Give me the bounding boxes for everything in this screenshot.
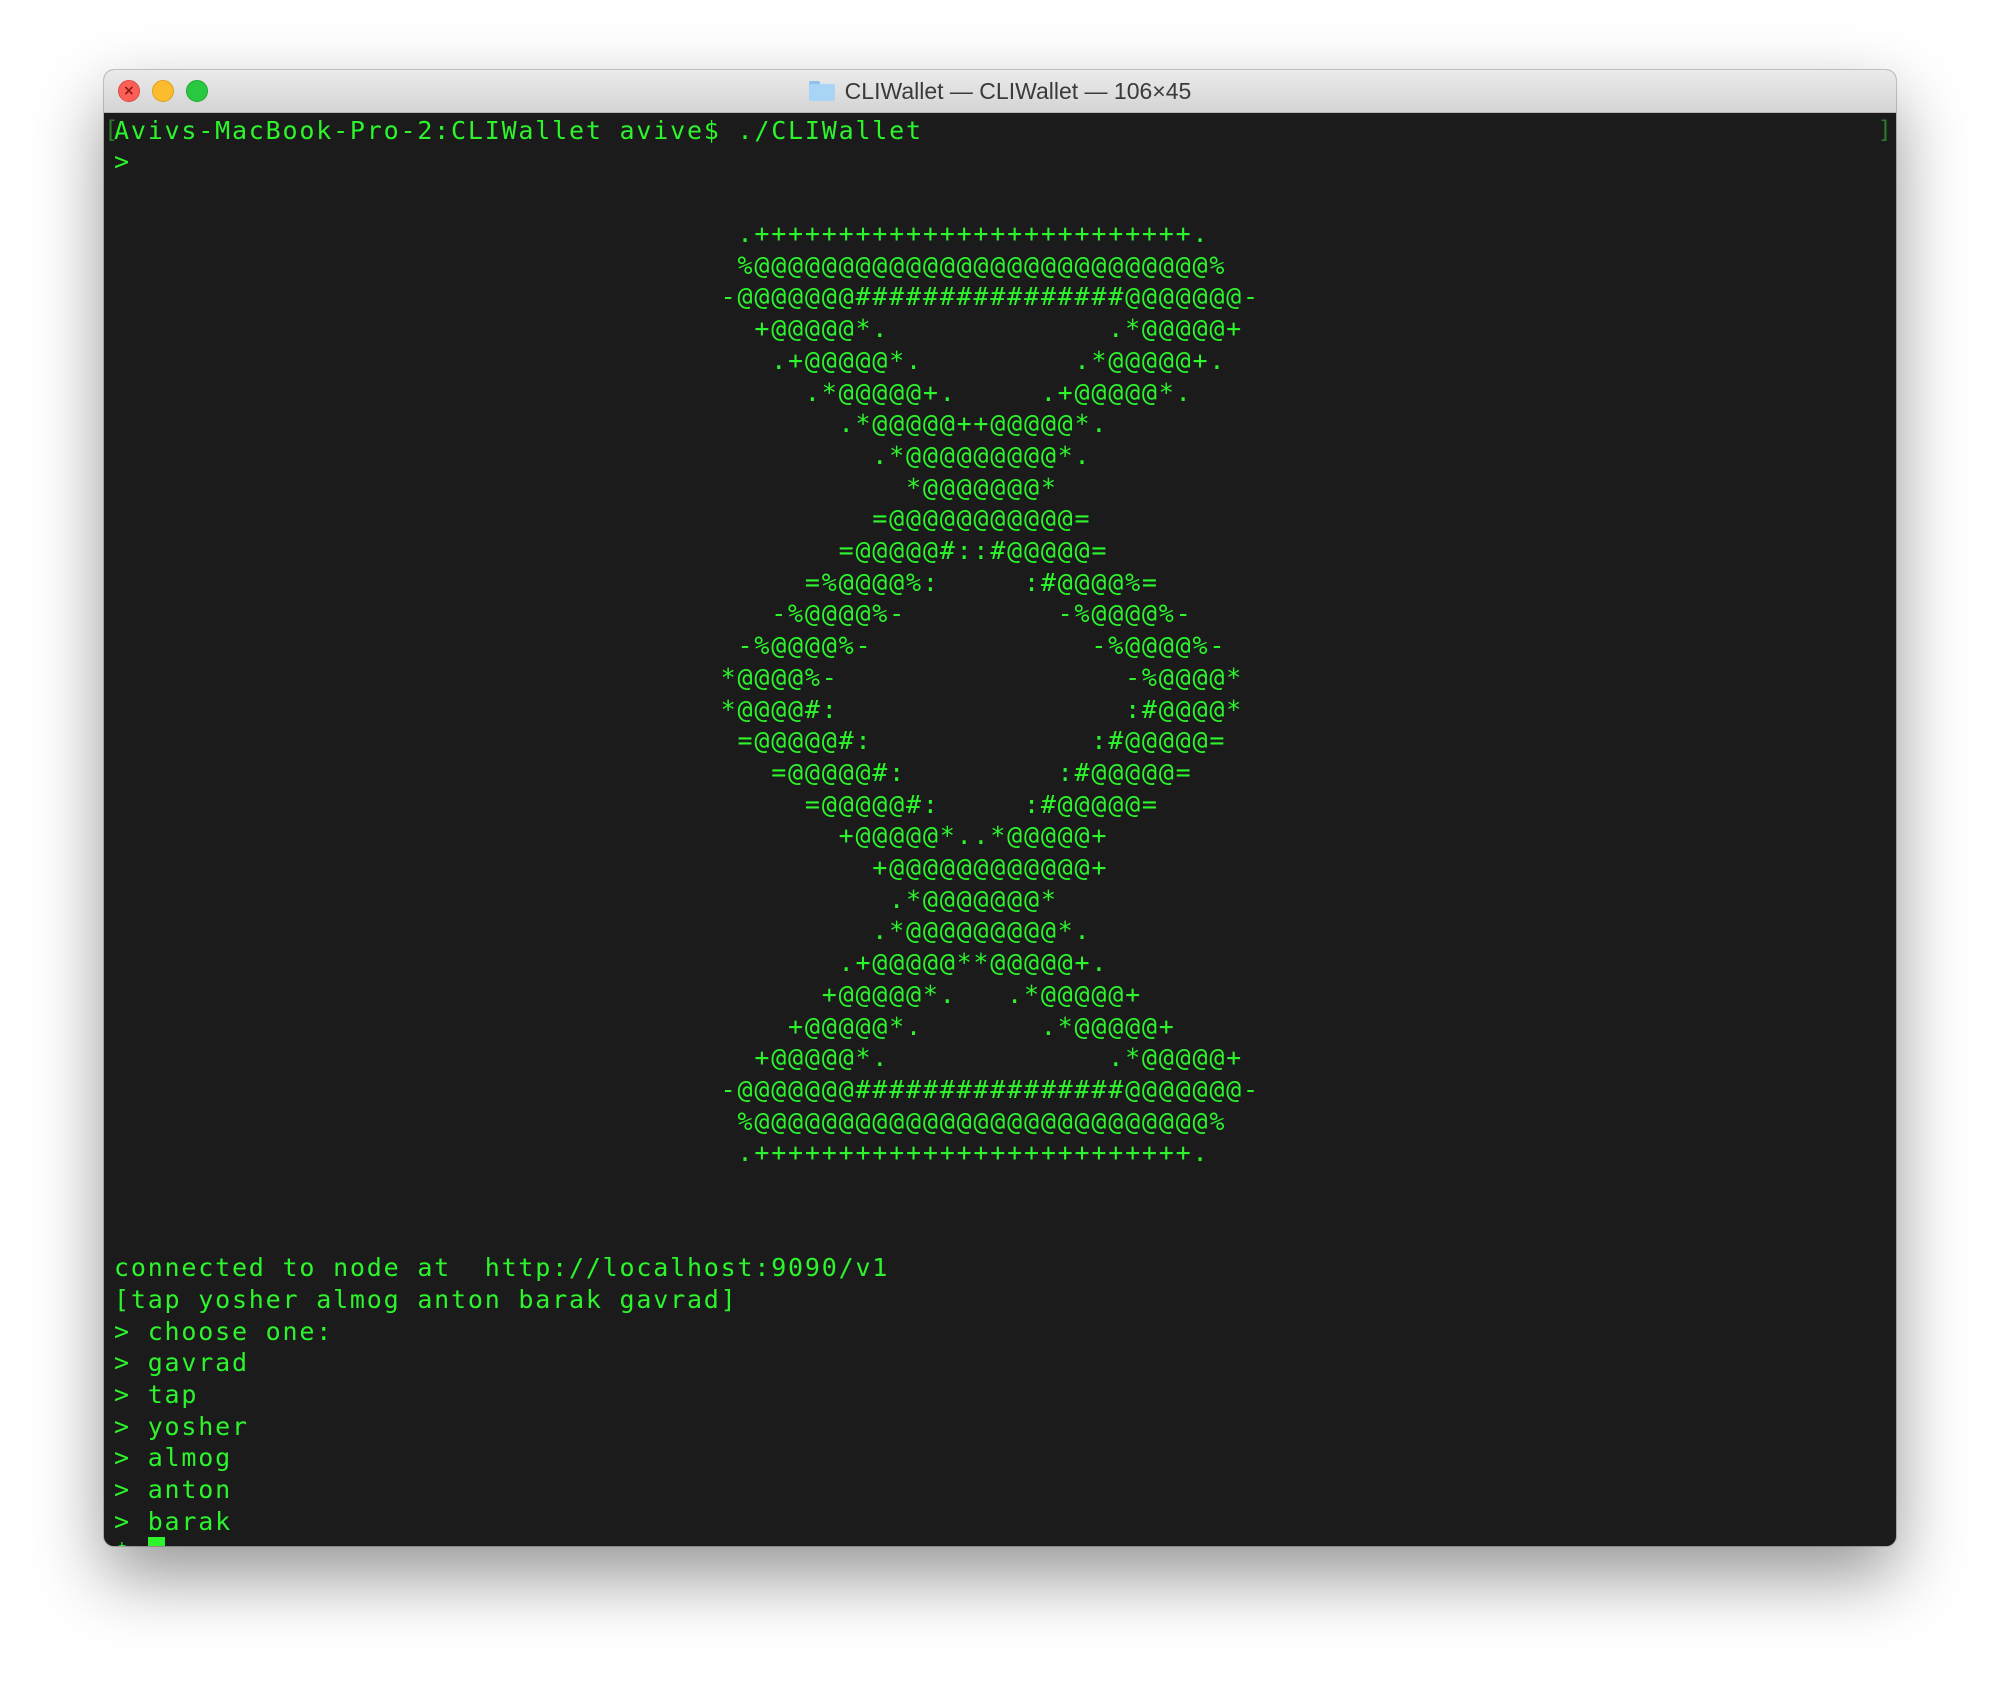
text-cursor xyxy=(147,1537,165,1546)
window-title: CLIWallet — CLIWallet — 106×45 xyxy=(844,77,1192,104)
command-line: Avivs-MacBook-Pro-2:CLIWallet avive$ ./C… xyxy=(114,116,923,145)
folder-icon xyxy=(808,81,835,101)
option-item[interactable]: > barak xyxy=(114,1506,232,1538)
terminal-window: × CLIWallet — CLIWallet — 106×45 [ ] Avi… xyxy=(104,70,1896,1546)
option-item[interactable]: > gavrad xyxy=(114,1347,249,1379)
option-item[interactable]: > almog xyxy=(114,1442,232,1474)
shell-prompt: $ xyxy=(114,1538,131,1546)
accounts-list: [tap yosher almog anton barak gavrad] xyxy=(114,1285,738,1314)
connection-status: connected to node at http://localhost:90… xyxy=(114,1253,890,1282)
option-item[interactable]: > tap xyxy=(114,1379,198,1411)
mark-bracket-right: ] xyxy=(1877,116,1892,144)
terminal-content[interactable]: [ ] Avivs-MacBook-Pro-2:CLIWallet avive$… xyxy=(104,113,1896,1546)
prompt-line: > xyxy=(114,147,131,176)
shell-prompt-line[interactable]: $ xyxy=(114,1537,165,1546)
option-item[interactable]: > yosher xyxy=(114,1411,249,1443)
choose-prompt: > choose one: xyxy=(114,1317,334,1346)
ascii-art-logo: .++++++++++++++++++++++++++. %@@@@@@@@@@… xyxy=(720,219,1260,1168)
option-item[interactable]: > anton xyxy=(114,1474,232,1506)
window-title-area: CLIWallet — CLIWallet — 106×45 xyxy=(104,70,1896,112)
title-bar[interactable]: × CLIWallet — CLIWallet — 106×45 xyxy=(104,70,1896,113)
